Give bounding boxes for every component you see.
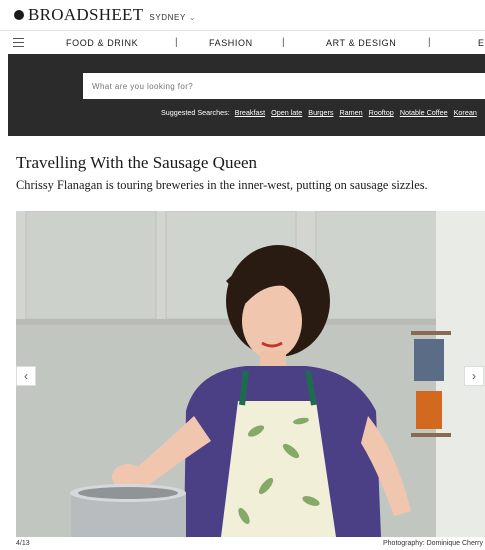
gallery-next-button[interactable]: › xyxy=(464,366,484,386)
search-input[interactable] xyxy=(83,73,485,99)
nav-separator: | xyxy=(282,37,286,48)
nav-item-food-drink[interactable]: FOOD & DRINK xyxy=(66,38,138,48)
suggestion-link[interactable]: Burgers xyxy=(308,108,333,117)
city-selector[interactable]: SYDNEY xyxy=(149,13,186,22)
article-standfirst: Chrissy Flanagan is touring breweries in… xyxy=(16,178,428,192)
gallery-prev-button[interactable]: ‹ xyxy=(16,366,36,386)
suggested-searches: Suggested Searches: Breakfast Open late … xyxy=(161,108,485,117)
suggestion-link[interactable]: Ramen xyxy=(339,108,362,117)
logo-dot-icon xyxy=(14,10,24,20)
suggestion-link[interactable]: Open late xyxy=(271,108,302,117)
nav-item-en[interactable]: EN xyxy=(478,38,485,48)
nav-item-fashion[interactable]: FASHION xyxy=(209,38,253,48)
article-title: Travelling With the Sausage Queen xyxy=(16,153,258,172)
site-logo[interactable]: BROADSHEET xyxy=(28,5,143,25)
photo-credit: Photography: Dominique Cherry xyxy=(383,540,483,547)
chevron-left-icon: ‹ xyxy=(24,369,28,383)
suggestion-link[interactable]: Breakfast xyxy=(235,108,265,117)
suggested-searches-label: Suggested Searches: xyxy=(161,108,230,117)
site-header: BROADSHEET SYDNEY ⌄ xyxy=(0,0,485,30)
chevron-right-icon: › xyxy=(472,369,476,383)
suggestion-link[interactable]: Rooftop xyxy=(369,108,394,117)
suggestion-link[interactable]: Notable Coffee xyxy=(400,108,448,117)
chevron-down-icon[interactable]: ⌄ xyxy=(189,13,196,22)
gallery-photo xyxy=(16,211,485,537)
hamburger-menu-icon[interactable] xyxy=(13,38,24,47)
nav-separator: | xyxy=(175,37,179,48)
photo-illustration xyxy=(16,211,485,537)
suggestion-link[interactable]: Korean xyxy=(454,108,477,117)
search-panel: Suggested Searches: Breakfast Open late … xyxy=(8,54,485,136)
gallery-counter: 4/13 xyxy=(16,540,30,547)
main-nav: FOOD & DRINK | FASHION | ART & DESIGN | … xyxy=(0,30,485,54)
nav-separator: | xyxy=(428,37,432,48)
nav-item-art-design[interactable]: ART & DESIGN xyxy=(326,38,396,48)
gallery-caption: 4/13 Photography: Dominique Cherry xyxy=(16,540,485,550)
